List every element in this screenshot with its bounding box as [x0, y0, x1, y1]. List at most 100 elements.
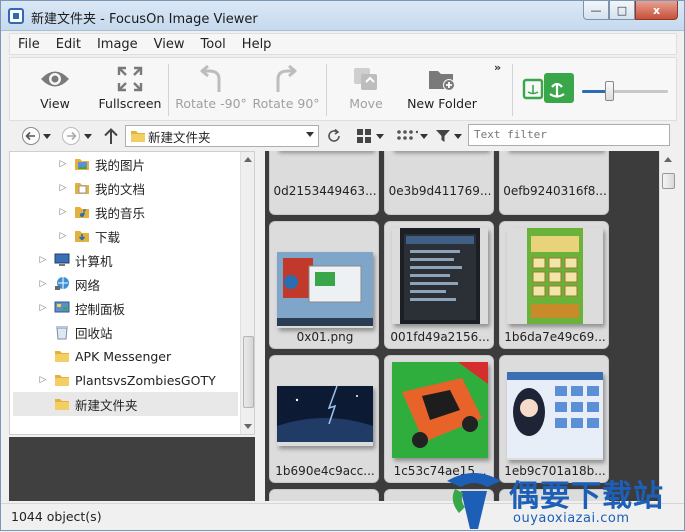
chevron-down-icon — [376, 133, 384, 139]
thumbnail-item[interactable]: 1b690e4c9acc... — [269, 355, 379, 483]
tree-item[interactable]: ▷ PlantsvsZombiesGOTY — [10, 368, 216, 392]
tree-item[interactable]: ▷ 我的文档 — [10, 176, 145, 200]
back-history-dropdown[interactable] — [42, 126, 52, 146]
tree-item-label: 回收站 — [75, 325, 113, 341]
move-button[interactable]: Move — [342, 62, 390, 118]
close-button[interactable]: x — [635, 1, 678, 20]
refresh-button[interactable] — [324, 126, 344, 146]
thumbnail-image — [392, 228, 488, 324]
thumbnail-item[interactable]: 001fd49a2156... — [384, 221, 494, 349]
expand-arrow-icon[interactable]: ▷ — [38, 255, 48, 265]
rotate-left-button[interactable]: Rotate -90° — [174, 62, 248, 118]
zoom-slider-track[interactable] — [582, 90, 668, 93]
funnel-icon — [435, 130, 450, 142]
move-label: Move — [349, 96, 383, 111]
menu-file[interactable]: File — [10, 37, 48, 52]
menu-image[interactable]: Image — [89, 37, 146, 52]
maximize-button[interactable]: □ — [609, 1, 635, 20]
computer-icon — [54, 252, 70, 268]
tree-item[interactable]: ▷ 我的图片 — [10, 152, 145, 176]
chevron-down-icon — [420, 133, 428, 139]
expand-arrow-icon[interactable]: ▷ — [58, 183, 68, 193]
expand-arrow-icon[interactable]: ▷ — [38, 303, 48, 313]
filter-button[interactable] — [433, 126, 463, 146]
thumbnail-item[interactable] — [269, 489, 379, 501]
toolbar: View Fullscreen Rotate -90° Rotate 90° M… — [9, 57, 677, 121]
tree-item[interactable]: ▷ 下载 — [10, 224, 120, 248]
folder-tree: ▷ 我的图片 ▷ 我的文档 ▷ 我的音乐 ▷ 下载 ▷ 计算机 ▷ 网络 ▷ 控制面板 回收站 APK Mes… — [9, 151, 255, 435]
minimize-button[interactable]: — — [583, 1, 609, 20]
menu-edit[interactable]: Edit — [48, 37, 89, 52]
tree-item[interactable]: 回收站 — [10, 320, 113, 344]
thumbnail-item[interactable]: 1b6da7e49c69... — [499, 221, 609, 349]
rotate-right-button[interactable]: Rotate 90° — [251, 62, 321, 118]
tree-item-label: PlantsvsZombiesGOTY — [75, 372, 216, 388]
expand-arrow-icon[interactable]: ▷ — [58, 231, 68, 241]
thumbnail-item[interactable]: 1c53c74ae15... — [384, 355, 494, 483]
expand-arrow-icon[interactable]: ▷ — [58, 159, 68, 169]
view-mode-button[interactable] — [355, 126, 385, 146]
forward-button[interactable] — [61, 126, 81, 146]
thumbnail-item[interactable]: 1eb9c701a18b... — [499, 355, 609, 483]
thumbnail-item[interactable]: 0d2153449463... — [269, 151, 379, 215]
thumbnail-size-icon[interactable] — [522, 72, 576, 109]
thumbnail-grid: 0d2153449463... 0e3b9d411769... 0efb924031… — [265, 151, 659, 501]
tree-item[interactable]: ▷ 我的音乐 — [10, 200, 145, 224]
tree-item-label: 控制面板 — [75, 301, 126, 317]
toolbar-separator — [326, 64, 327, 116]
new-folder-button[interactable]: New Folder — [402, 62, 482, 118]
expand-arrow-icon[interactable]: ▷ — [58, 207, 68, 217]
scroll-up-icon[interactable] — [244, 157, 252, 162]
expand-arrow-icon[interactable]: ▷ — [38, 375, 48, 385]
tree-scrollbar[interactable] — [240, 152, 254, 434]
tree-item[interactable]: 新建文件夹 — [13, 392, 238, 416]
view-button[interactable]: View — [30, 62, 80, 118]
toolbar-overflow-button[interactable]: » — [494, 61, 501, 74]
up-arrow-icon — [104, 128, 118, 144]
fullscreen-label: Fullscreen — [98, 96, 162, 111]
forward-history-dropdown[interactable] — [83, 126, 93, 146]
back-button[interactable] — [21, 126, 41, 146]
tree-item-label: 网络 — [75, 277, 101, 293]
up-level-button[interactable] — [101, 126, 121, 146]
new-folder-label: New Folder — [407, 96, 477, 111]
text-filter-input[interactable]: Text filter — [468, 124, 670, 146]
pictures-folder-icon — [74, 156, 90, 172]
thumbnail-item[interactable]: 0x01.png — [269, 221, 379, 349]
tree-item-label: 新建文件夹 — [75, 397, 138, 413]
eye-icon — [39, 62, 71, 96]
watermark-title: 偶要下载站 — [509, 479, 664, 514]
tree-item[interactable]: ▷ 网络 — [10, 272, 100, 296]
menu-tool[interactable]: Tool — [193, 37, 234, 52]
expand-arrow-icon[interactable]: ▷ — [38, 279, 48, 289]
sort-button[interactable] — [395, 126, 429, 146]
watermark-logo-icon — [447, 473, 501, 529]
tree-item[interactable]: ▷ 控制面板 — [10, 296, 125, 320]
watermark-url: ouyaoxiazai.com — [513, 511, 630, 526]
title-bar[interactable]: 新建文件夹 - FocusOn Image Viewer — □ x — [1, 1, 684, 31]
panel-splitter[interactable] — [257, 151, 265, 501]
scroll-down-icon[interactable] — [244, 424, 252, 429]
documents-folder-icon — [74, 180, 90, 196]
folder-icon — [54, 348, 70, 364]
scroll-up-icon[interactable] — [664, 157, 672, 162]
thumbnail-item[interactable]: 0e3b9d411769... — [384, 151, 494, 215]
toolbar-separator — [168, 64, 169, 116]
site-watermark: 偶要下载站 ouyaoxiazai.com — [441, 469, 685, 532]
object-count: 1044 object(s) — [11, 509, 102, 524]
rotate-right-label: Rotate 90° — [252, 96, 320, 111]
tree-scrollbar-thumb[interactable] — [243, 336, 254, 408]
rotate-left-label: Rotate -90° — [175, 96, 247, 111]
thumbnail-scrollbar-thumb[interactable] — [662, 173, 675, 189]
menu-view[interactable]: View — [146, 37, 193, 52]
thumbnail-item[interactable]: 0efb9240316f8... — [499, 151, 609, 215]
fullscreen-button[interactable]: Fullscreen — [98, 62, 162, 118]
navigation-bar: 新建文件夹 Text filter — [9, 123, 677, 149]
path-combobox[interactable]: 新建文件夹 — [125, 125, 319, 147]
zoom-slider-thumb[interactable] — [604, 81, 614, 101]
thumbnail-scrollbar[interactable] — [659, 151, 676, 501]
menu-help[interactable]: Help — [234, 37, 280, 52]
thumbnail-image — [507, 228, 603, 324]
tree-item[interactable]: APK Messenger — [10, 344, 171, 368]
tree-item[interactable]: ▷ 计算机 — [10, 248, 113, 272]
